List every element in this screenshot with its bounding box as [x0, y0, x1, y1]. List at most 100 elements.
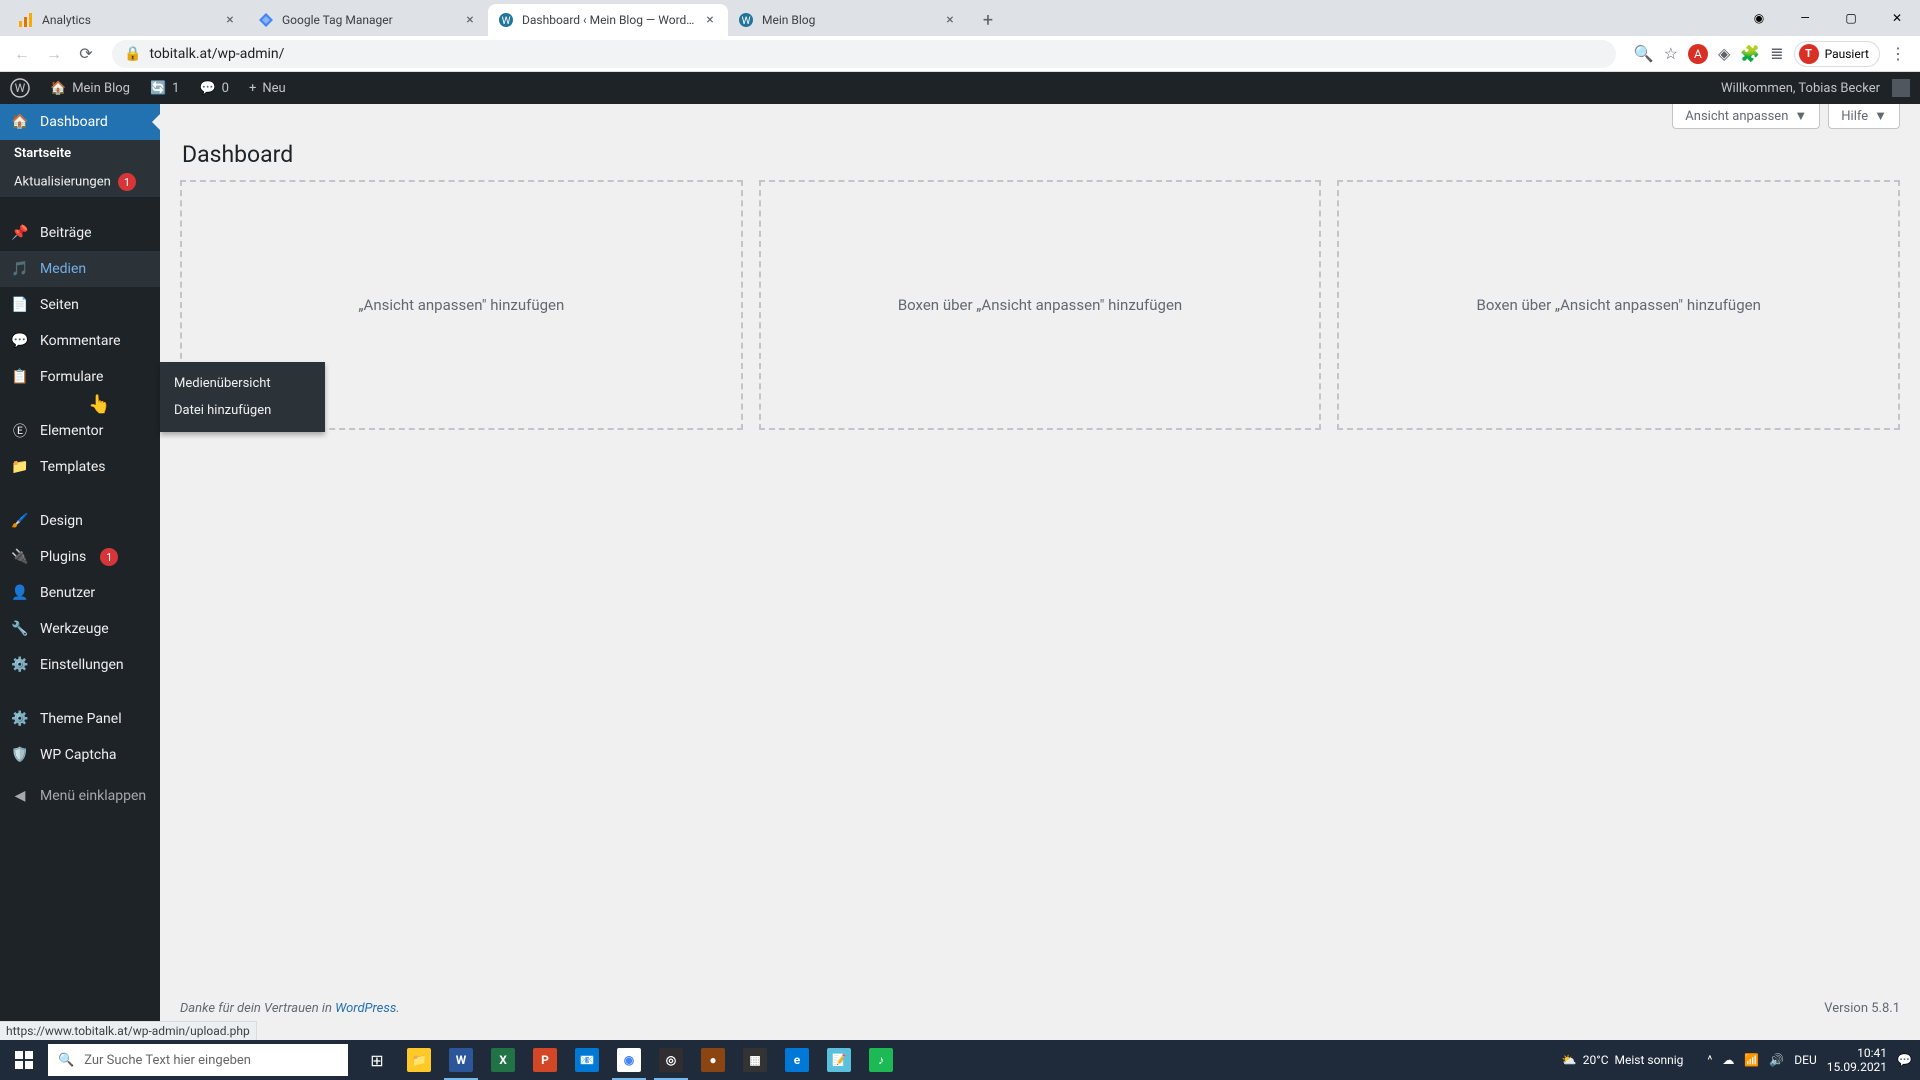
browser-actions: 🔍 ☆ A ◈ 🧩 ≣ T Pausiert ⋮ — [1628, 41, 1912, 67]
screen-options-button[interactable]: Ansicht anpassen ▼ — [1672, 104, 1820, 129]
taskbar-app-explorer[interactable]: 📁 — [398, 1040, 440, 1080]
profile-chip[interactable]: T Pausiert — [1794, 41, 1880, 67]
sidebar-item-dashboard[interactable]: 🏠 Dashboard — [0, 104, 160, 140]
taskbar-app-edge[interactable]: e — [776, 1040, 818, 1080]
updates-link[interactable]: 🔄 1 — [140, 72, 190, 104]
help-button[interactable]: Hilfe ▼ — [1828, 104, 1900, 129]
start-button[interactable] — [0, 1040, 48, 1080]
screen-meta-links: Ansicht anpassen ▼ Hilfe ▼ — [180, 104, 1900, 129]
extensions-button[interactable]: 🧩 — [1740, 44, 1760, 63]
extension-icon[interactable]: ◈ — [1718, 44, 1730, 63]
clock[interactable]: 10:41 15.09.2021 — [1827, 1046, 1887, 1075]
dashboard-column-2[interactable]: Boxen über „Ansicht anpassen" hinzufügen — [759, 180, 1322, 430]
media-icon: 🎵 — [10, 259, 30, 279]
menu-label: Theme Panel — [40, 711, 122, 727]
new-tab-button[interactable]: + — [974, 6, 1002, 34]
cast-icon[interactable]: ◉ — [1736, 0, 1782, 36]
tray-chevron-icon[interactable]: ^ — [1707, 1053, 1712, 1067]
menu-button[interactable]: ⋮ — [1890, 44, 1906, 63]
taskbar-app-spotify[interactable]: ♪ — [860, 1040, 902, 1080]
sidebar-item-users[interactable]: 👤 Benutzer — [0, 575, 160, 611]
address-bar[interactable]: 🔒 tobitalk.at/wp-admin/ — [112, 40, 1616, 68]
back-button[interactable]: ← — [8, 40, 36, 68]
comments-link[interactable]: 💬 0 — [189, 72, 239, 104]
wp-logo-menu[interactable]: W — [0, 72, 40, 104]
update-badge: 1 — [118, 173, 136, 191]
taskbar-app-excel[interactable]: X — [482, 1040, 524, 1080]
flyout-item-overview[interactable]: Medienübersicht — [160, 370, 325, 397]
browser-tab-strip: Analytics × Google Tag Manager × W Dashb… — [0, 0, 1920, 36]
collapse-menu-button[interactable]: ◀ Menü einklappen — [0, 778, 160, 814]
taskbar-app-obs[interactable]: ◎ — [650, 1040, 692, 1080]
sidebar-item-comments[interactable]: 💬 Kommentare — [0, 323, 160, 359]
taskbar-app-word[interactable]: W — [440, 1040, 482, 1080]
sidebar-item-plugins[interactable]: 🔌 Plugins 1 — [0, 539, 160, 575]
analytics-icon — [18, 12, 34, 28]
close-icon[interactable]: × — [702, 12, 718, 28]
sidebar-item-forms[interactable]: 📋 Formulare — [0, 359, 160, 395]
flyout-item-addnew[interactable]: Datei hinzufügen — [160, 397, 325, 424]
extension-icon[interactable]: A — [1688, 44, 1708, 64]
forward-button[interactable]: → — [40, 40, 68, 68]
minimize-button[interactable]: — — [1782, 0, 1828, 36]
bookmark-icon[interactable]: ☆ — [1664, 44, 1678, 63]
sidebar-item-appearance[interactable]: 🖌️ Design — [0, 503, 160, 539]
new-content-link[interactable]: + Neu — [239, 72, 296, 104]
comments-count: 0 — [222, 81, 229, 96]
close-button[interactable]: ✕ — [1874, 0, 1920, 36]
wordpress-link[interactable]: WordPress — [335, 1001, 396, 1016]
zoom-icon[interactable]: 🔍 — [1634, 44, 1654, 63]
svg-text:W: W — [742, 16, 751, 27]
svg-text:W: W — [502, 16, 511, 27]
network-icon[interactable]: 📶 — [1744, 1053, 1759, 1067]
close-icon[interactable]: × — [222, 12, 238, 28]
menu-label: Plugins — [40, 549, 86, 565]
close-icon[interactable]: × — [462, 12, 478, 28]
chevron-down-icon: ▼ — [1794, 108, 1807, 124]
reload-button[interactable]: ⟳ — [72, 40, 100, 68]
taskbar-app-outlook[interactable]: 📧 — [566, 1040, 608, 1080]
page-icon: 📄 — [10, 295, 30, 315]
taskbar-search[interactable]: 🔍 Zur Suche Text hier eingeben — [48, 1044, 348, 1076]
taskbar-app-powerpoint[interactable]: P — [524, 1040, 566, 1080]
plus-icon: + — [249, 81, 256, 96]
maximize-button[interactable]: ▢ — [1828, 0, 1874, 36]
sidebar-item-themepanel[interactable]: ⚙️ Theme Panel — [0, 701, 160, 737]
sidebar-item-templates[interactable]: 📁 Templates — [0, 449, 160, 485]
windows-icon — [15, 1051, 33, 1069]
volume-icon[interactable]: 🔊 — [1769, 1053, 1784, 1067]
submenu-item-home[interactable]: Startseite — [0, 140, 160, 167]
site-name-link[interactable]: 🏠 Mein Blog — [40, 72, 140, 104]
footer-thanks: Danke für dein Vertrauen in WordPress. — [180, 1001, 400, 1016]
task-view-button[interactable]: ⊞ — [356, 1040, 398, 1080]
browser-tab-wp-dashboard[interactable]: W Dashboard ‹ Mein Blog — WordPress × — [488, 4, 728, 36]
taskbar-app-generic1[interactable]: ● — [692, 1040, 734, 1080]
elementor-icon: Ⓔ — [10, 421, 30, 441]
tab-title: Dashboard ‹ Mein Blog — WordPress — [522, 13, 698, 27]
browser-tab-gtm[interactable]: Google Tag Manager × — [248, 4, 488, 36]
submenu-item-updates[interactable]: Aktualisierungen 1 — [0, 167, 160, 197]
sidebar-item-pages[interactable]: 📄 Seiten — [0, 287, 160, 323]
language-indicator[interactable]: DEU — [1794, 1053, 1816, 1067]
sidebar-item-elementor[interactable]: Ⓔ Elementor — [0, 413, 160, 449]
taskbar-app-generic2[interactable]: ▦ — [734, 1040, 776, 1080]
sidebar-item-posts[interactable]: 📌 Beiträge — [0, 215, 160, 251]
taskbar-app-notepad[interactable]: 📝 — [818, 1040, 860, 1080]
avatar — [1892, 79, 1910, 97]
svg-text:W: W — [15, 81, 26, 95]
close-icon[interactable]: × — [942, 12, 958, 28]
weather-widget[interactable]: ⛅ 20°C Meist sonnig — [1562, 1053, 1684, 1067]
search-icon: 🔍 — [58, 1053, 74, 1068]
reading-list-icon[interactable]: ≣ — [1770, 44, 1783, 63]
notifications-button[interactable]: 💬 — [1897, 1053, 1912, 1067]
sidebar-item-media[interactable]: 🎵 Medien — [0, 251, 160, 287]
sidebar-item-wpcaptcha[interactable]: 🛡️ WP Captcha — [0, 737, 160, 773]
sidebar-item-settings[interactable]: ⚙️ Einstellungen — [0, 647, 160, 683]
onedrive-icon[interactable]: ☁ — [1722, 1053, 1734, 1067]
sidebar-item-tools[interactable]: 🔧 Werkzeuge — [0, 611, 160, 647]
taskbar-app-chrome[interactable]: ◉ — [608, 1040, 650, 1080]
browser-tab-analytics[interactable]: Analytics × — [8, 4, 248, 36]
dashboard-column-3[interactable]: Boxen über „Ansicht anpassen" hinzufügen — [1337, 180, 1900, 430]
my-account-link[interactable]: Willkommen, Tobias Becker — [1711, 72, 1920, 104]
browser-tab-blog[interactable]: W Mein Blog × — [728, 4, 968, 36]
